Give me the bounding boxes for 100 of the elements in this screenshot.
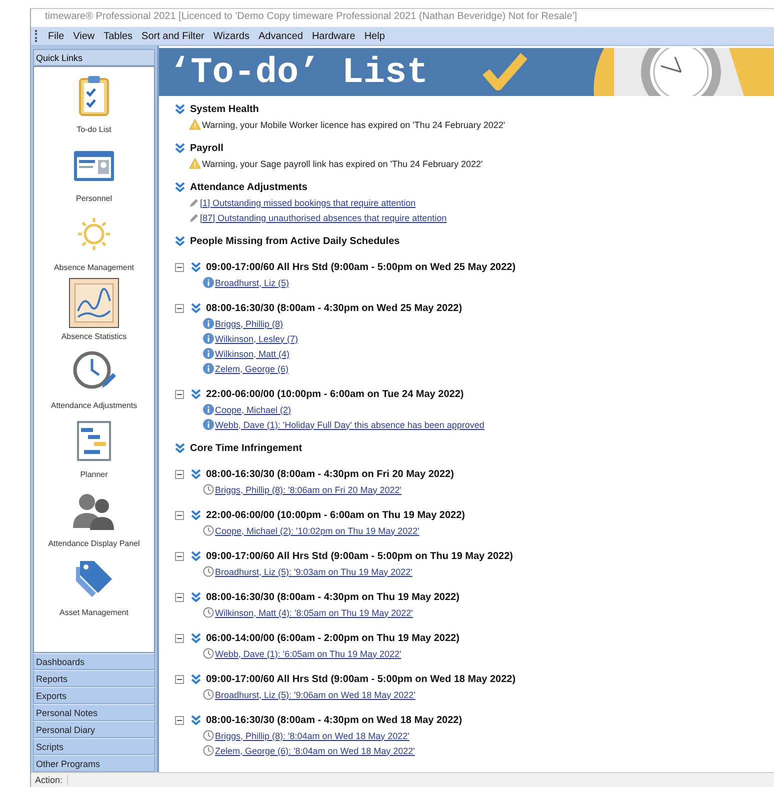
schedule-title: 22:00-06:00/00 (10:00pm - 6:00am on Thu 19 May 2022) <box>206 510 466 520</box>
sidebar-category[interactable]: Reports <box>33 670 155 687</box>
menu-item[interactable]: Hardware <box>312 30 356 42</box>
clock-icon <box>203 730 214 741</box>
todo-link[interactable]: Zelem, George (6) <box>215 364 289 374</box>
info-icon <box>203 333 214 344</box>
collapse-toggle[interactable] <box>175 262 184 272</box>
line-chart-icon <box>72 281 116 325</box>
status-label: Action: <box>31 775 68 785</box>
todo-link[interactable]: [87] Outstanding unauthorised absences that require attention <box>200 212 447 222</box>
todo-link[interactable]: Zelem, George (6): '8:04am on Wed 18 May 2022' <box>215 746 415 756</box>
todo-link[interactable]: Coope, Michael (2) <box>215 404 292 414</box>
todo-link[interactable]: Wilkinson, Matt (4): '8:05am on Thu 19 May 2022' <box>215 608 413 618</box>
sidebar-category[interactable]: Other Programs <box>33 755 155 772</box>
schedule-title: 09:00-17:00/60 All Hrs Std (9:00am - 5:00pm on Wed 18 May 2022) <box>206 674 516 684</box>
sidebar-category[interactable]: Scripts <box>33 738 155 755</box>
toolbar-grip[interactable] <box>35 30 39 42</box>
section-title: Attendance Adjustments <box>190 182 308 192</box>
collapse-toggle[interactable] <box>175 674 184 684</box>
menu-item[interactable]: File <box>48 30 64 42</box>
section-title: People Missing from Active Daily Schedules <box>190 236 400 246</box>
double-chevron-icon <box>175 236 185 246</box>
todo-link[interactable]: Coope, Michael (2): '10:02pm on Thu 19 May 2022' <box>215 526 420 536</box>
collapse-toggle[interactable] <box>175 592 184 602</box>
section-title: System Health <box>190 104 259 114</box>
info-icon <box>203 419 214 430</box>
todo-link[interactable]: Broadhurst, Liz (5) <box>215 278 290 288</box>
menu-item[interactable]: Wizards <box>213 30 250 42</box>
menu-item[interactable]: Sort and Filter <box>142 30 204 42</box>
collapse-toggle[interactable] <box>175 634 184 642</box>
collapse-toggle[interactable] <box>175 552 184 560</box>
section-title: Payroll <box>190 142 224 154</box>
quick-link-label[interactable]: Attendance Display Panel <box>48 539 140 548</box>
double-chevron-icon <box>175 182 185 192</box>
section-title: Core Time Infringement <box>190 442 302 454</box>
warning-message: Warning, your Sage payroll link has expired on 'Thu 24 February 2022' <box>202 158 483 168</box>
double-chevron-icon <box>191 389 201 399</box>
menu-item[interactable]: View <box>73 30 95 42</box>
clock-icon <box>203 745 214 756</box>
clock-icon <box>203 525 214 536</box>
double-chevron-icon <box>175 104 185 114</box>
collapse-toggle[interactable] <box>175 390 184 398</box>
info-icon <box>203 277 214 288</box>
collapse-toggle[interactable] <box>175 304 184 312</box>
sidebar-category[interactable]: Personal Notes <box>33 704 155 721</box>
todo-link[interactable]: Broadhurst, Liz (5): '9:03am on Thu 19 May 2022' <box>215 566 412 576</box>
schedule-title: 08:00-16:30/30 (8:00am - 4:30pm on Wed 18 May 2022) <box>206 714 462 726</box>
clock-icon <box>203 484 214 495</box>
double-chevron-icon <box>191 715 201 725</box>
info-icon <box>203 404 214 415</box>
double-chevron-icon <box>175 443 185 453</box>
todo-link[interactable]: Broadhurst, Liz (5): '9:06am on Wed 18 May 2022' <box>215 690 416 700</box>
double-chevron-icon <box>175 143 185 153</box>
todo-link[interactable]: [1] Outstanding missed bookings that require attention <box>200 198 416 208</box>
quick-link-label[interactable]: Attendance Adjustments <box>50 401 138 410</box>
quick-link-label[interactable]: Asset Management <box>60 608 128 617</box>
schedule-title: 08:00-16:30/30 (8:00am - 4:30pm on Fri 20 May 2022) <box>206 468 454 480</box>
sidebar-category[interactable]: Exports <box>33 687 155 704</box>
info-icon <box>203 348 214 359</box>
todo-link[interactable]: Webb, Dave (1): 'Holiday Full Day' this absence has been approved <box>215 420 484 430</box>
todo-link[interactable]: Webb, Dave (1): '6:05am on Thu 19 May 2022' <box>215 648 402 658</box>
schedule-title: 08:00-16:30/30 (8:00am - 4:30pm on Wed 25 May 2022) <box>206 302 462 314</box>
menu-item[interactable]: Advanced <box>258 30 303 42</box>
info-icon <box>203 363 214 374</box>
sidebar-category[interactable]: Dashboards <box>33 653 155 670</box>
todo-link[interactable]: Wilkinson, Lesley (7) <box>215 334 298 344</box>
schedule-title: 09:00-17:00/60 All Hrs Std (9:00am - 5:00pm on Thu 19 May 2022) <box>206 550 513 562</box>
schedule-title: 06:00-14:00/00 (6:00am - 2:00pm on Thu 19 May 2022) <box>206 632 460 644</box>
schedule-title: 09:00-17:00/60 All Hrs Std (9:00am - 5:00pm on Wed 25 May 2022) <box>206 262 516 272</box>
double-chevron-icon <box>191 592 201 602</box>
clock-icon <box>203 566 214 577</box>
collapse-toggle[interactable] <box>175 716 184 724</box>
warning-message: Warning, your Mobile Worker licence has expired on 'Thu 24 February 2022' <box>202 120 506 130</box>
clock-icon <box>203 689 214 700</box>
warning-icon <box>189 119 201 130</box>
clock-icon <box>203 607 214 618</box>
menu-item[interactable]: Tables <box>104 30 133 42</box>
quick-link-label[interactable]: Planner <box>80 470 108 479</box>
todo-link[interactable]: Briggs, Phillip (8) <box>215 318 284 328</box>
quick-link-button[interactable] <box>69 278 119 328</box>
todo-link[interactable]: Wilkinson, Matt (4) <box>215 348 290 358</box>
menu-item[interactable]: Help <box>364 30 385 42</box>
warning-icon <box>189 158 201 169</box>
page-title: ‘To-do’ List <box>169 52 428 92</box>
info-icon <box>203 318 214 329</box>
schedule-title: 22:00-06:00/00 (10:00pm - 6:00am on Tue 24 May 2022) <box>206 388 464 400</box>
double-chevron-icon <box>191 551 201 561</box>
collapse-toggle[interactable] <box>175 510 184 520</box>
todo-link[interactable]: Briggs, Phillip (8): '8:06am on Fri 20 May 2022' <box>215 484 402 494</box>
double-chevron-icon <box>191 469 201 479</box>
sidebar-category[interactable]: Personal Diary <box>33 721 155 738</box>
collapse-toggle[interactable] <box>175 470 184 478</box>
quick-link-label[interactable]: Absence Statistics <box>61 332 127 341</box>
quick-link-label[interactable]: Absence Management <box>54 263 134 272</box>
window-title: timeware® Professional 2021 [Licenced to 'Demo Copy timeware Professional 2021 (Nathan Beveridge) Not for Resale'] <box>44 10 578 24</box>
quick-link-label[interactable]: To-do List <box>76 125 112 134</box>
quick-link-label[interactable]: Personnel <box>76 194 112 203</box>
double-chevron-icon <box>191 674 201 684</box>
double-chevron-icon <box>191 510 201 520</box>
todo-link[interactable]: Briggs, Phillip (8): '8:04am on Wed 18 May 2022' <box>215 730 410 740</box>
